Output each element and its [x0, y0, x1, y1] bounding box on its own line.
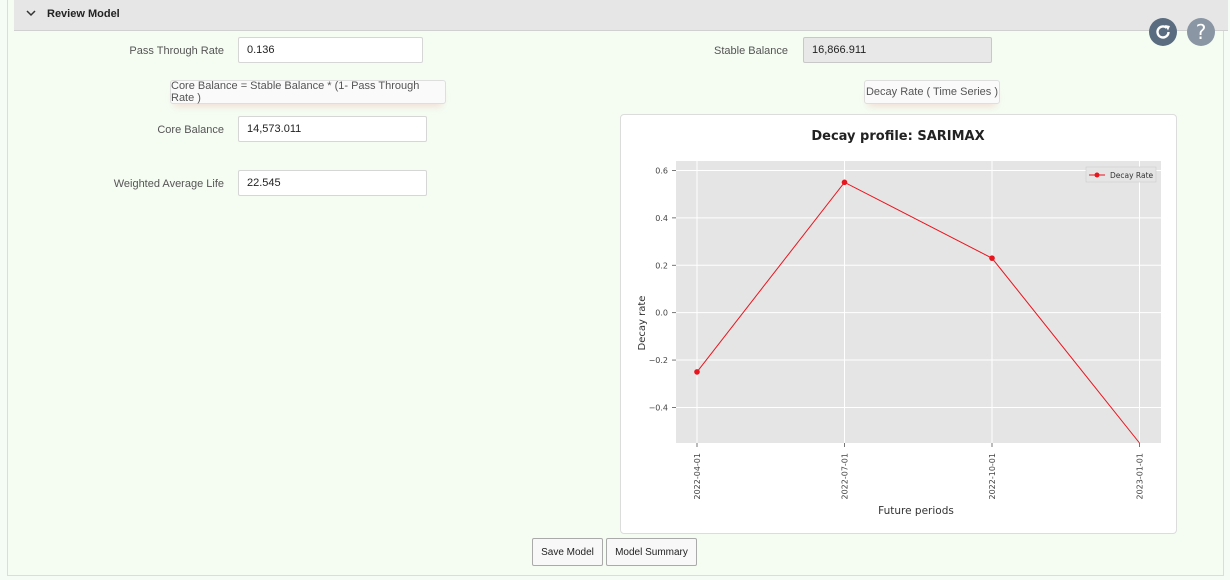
core-balance-formula: Core Balance = Stable Balance * (1- Pass… — [170, 80, 446, 104]
weighted-average-life-field[interactable]: 22.545 — [238, 170, 427, 196]
x-tick-label: 2023-01-01 — [1136, 453, 1145, 500]
y-tick-label: 0.2 — [655, 261, 668, 270]
save-model-button[interactable]: Save Model — [532, 538, 603, 566]
x-tick-label: 2022-10-01 — [988, 453, 997, 500]
help-button[interactable]: ? — [1187, 18, 1215, 46]
decay-rate-tab[interactable]: Decay Rate ( Time Series ) — [864, 80, 1000, 104]
chart-title: Decay profile: SARIMAX — [811, 129, 984, 144]
y-tick-label: −0.2 — [649, 356, 668, 365]
x-axis-label: Future periods — [878, 505, 954, 517]
decay-chart: Decay profile: SARIMAX 0.6 0.4 0.2 0.0 −0.2 −… — [637, 129, 1161, 517]
chart-panel: Decay profile: SARIMAX 0.6 0.4 0.2 0.0 −0.2 −… — [620, 114, 1177, 534]
model-summary-button[interactable]: Model Summary — [606, 538, 697, 566]
chevron-down-icon[interactable] — [26, 8, 36, 18]
y-axis-label: Decay rate — [637, 296, 648, 351]
pass-through-rate-label: Pass Through Rate — [129, 45, 224, 57]
refresh-icon — [1156, 25, 1170, 39]
data-point — [989, 255, 995, 261]
y-tick-label: −0.4 — [649, 403, 668, 412]
x-tick-label: 2022-04-01 — [693, 453, 702, 500]
y-tick-label: 0.0 — [655, 309, 668, 318]
section-header[interactable]: Review Model — [14, 0, 1228, 31]
legend: Decay Rate — [1085, 166, 1157, 183]
core-balance-label: Core Balance — [157, 124, 224, 136]
stable-balance-field: 16,866.911 — [803, 37, 992, 63]
data-point — [694, 369, 700, 375]
data-point — [841, 179, 848, 186]
y-tick-label: 0.6 — [655, 166, 668, 175]
pass-through-rate-field[interactable]: 0.136 — [238, 37, 423, 63]
legend-marker — [1094, 172, 1100, 178]
section-title: Review Model — [47, 8, 120, 20]
help-icon: ? — [1195, 20, 1207, 44]
core-balance-field[interactable]: 14,573.011 — [238, 116, 427, 142]
legend-label: Decay Rate — [1110, 171, 1154, 180]
y-tick-label: 0.4 — [655, 214, 668, 223]
stable-balance-label: Stable Balance — [714, 45, 788, 57]
x-tick-label: 2022-07-01 — [841, 453, 850, 500]
plot-area — [676, 161, 1161, 443]
weighted-average-life-label: Weighted Average Life — [113, 178, 224, 190]
refresh-button[interactable] — [1149, 18, 1177, 46]
